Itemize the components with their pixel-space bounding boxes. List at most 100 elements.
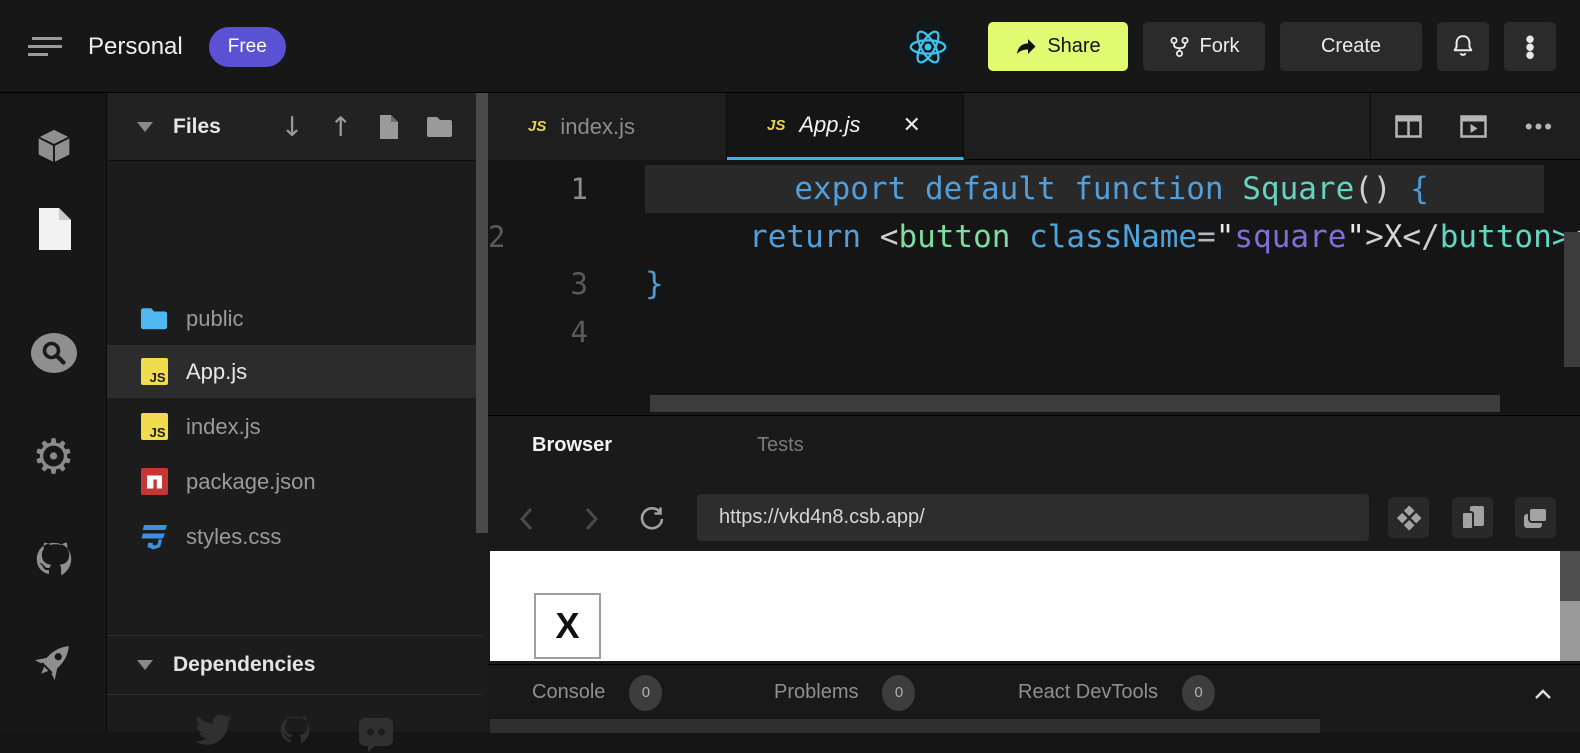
preview-toggle-icon[interactable] <box>1460 115 1487 138</box>
browser-preview: X <box>490 551 1580 661</box>
share-button[interactable]: Share <box>988 22 1128 71</box>
windows-icon <box>1522 506 1549 530</box>
code-token: < <box>880 219 899 255</box>
sidebar-item-sandbox[interactable] <box>0 119 107 175</box>
sidebar-item-github[interactable] <box>0 533 107 589</box>
line-number: 3 <box>488 267 613 301</box>
chevron-right-icon <box>584 506 600 532</box>
new-folder-icon[interactable] <box>426 115 454 139</box>
collapse-dependencies-icon[interactable] <box>137 660 153 670</box>
workspace-name[interactable]: Personal <box>88 33 183 61</box>
js-icon: JS <box>141 413 168 440</box>
refresh-icon <box>638 505 666 533</box>
sidebar-item-search[interactable] <box>0 325 107 381</box>
code-token: button <box>898 219 1010 255</box>
collapse-files-icon[interactable] <box>137 122 153 132</box>
code-line-3: 3 } <box>488 260 1580 308</box>
editor-horizontal-scrollbar[interactable] <box>650 395 1500 412</box>
square-x-button[interactable]: X <box>534 593 601 659</box>
fork-icon <box>1169 36 1190 58</box>
console-tab[interactable]: Console 0 <box>532 665 662 720</box>
more-options-button[interactable]: ••• <box>1504 22 1556 71</box>
js-tab-icon: JS <box>528 118 546 135</box>
js-icon: JS <box>141 358 168 385</box>
npm-icon <box>141 468 168 495</box>
sidebar-item-settings[interactable]: ⚙ <box>0 429 107 485</box>
upload-icon[interactable]: ↑ <box>329 112 352 143</box>
file-row-public[interactable]: public <box>107 292 482 345</box>
file-row-package-json[interactable]: package.json <box>107 455 482 508</box>
editor-vertical-scrollbar[interactable] <box>1564 232 1580 367</box>
fork-button[interactable]: Fork <box>1143 22 1265 71</box>
cube-icon <box>31 124 77 170</box>
collapse-panel-button[interactable] <box>1528 679 1558 709</box>
preview-scrollbar-thumb[interactable] <box>1560 551 1580 601</box>
discord-icon[interactable] <box>356 713 396 753</box>
code-line-2: 2 return <button className="square">X</b… <box>488 213 1580 261</box>
code-token: className <box>1029 219 1197 255</box>
preview-pane: Browser Tests <box>488 415 1580 732</box>
line-number: 2 <box>488 220 530 254</box>
activity-bar: ⚙ <box>0 93 107 732</box>
code-token <box>1010 219 1029 255</box>
code-token <box>712 219 749 255</box>
open-new-window-button[interactable] <box>1515 497 1556 538</box>
code-token: </ <box>1402 219 1439 255</box>
problems-count-badge: 0 <box>882 675 915 711</box>
share-arrow-icon <box>1015 37 1037 57</box>
new-file-icon[interactable] <box>378 114 400 140</box>
dependencies-header[interactable]: Dependencies <box>107 636 482 695</box>
console-count-badge: 0 <box>629 675 662 711</box>
create-button[interactable]: Create <box>1280 22 1422 71</box>
bell-icon <box>1450 33 1476 60</box>
line-number: 4 <box>488 315 613 349</box>
rocket-icon <box>30 637 78 685</box>
download-icon[interactable]: ↓ <box>281 112 304 143</box>
editor-more-icon[interactable]: ••• <box>1525 114 1554 140</box>
tab-tests[interactable]: Tests <box>757 434 804 457</box>
react-devtools-tab[interactable]: React DevTools 0 <box>1018 665 1215 720</box>
sidebar-item-files[interactable] <box>0 201 107 257</box>
code-editor[interactable]: 1 export default function Square() { 2 r… <box>488 160 1580 415</box>
css-icon <box>141 523 168 551</box>
file-row-styles-css[interactable]: styles.css <box>107 510 482 563</box>
url-input[interactable] <box>697 494 1369 541</box>
menu-icon[interactable] <box>28 35 62 59</box>
sidebar-item-deploy[interactable] <box>0 633 107 689</box>
github-icon <box>31 539 77 583</box>
diamonds-icon <box>1396 505 1422 531</box>
twitter-icon[interactable] <box>194 713 234 749</box>
js-tab-icon: JS <box>767 117 785 134</box>
back-button[interactable] <box>506 496 546 542</box>
refresh-button[interactable] <box>632 496 672 542</box>
top-bar: Personal Free Share <box>0 0 1580 93</box>
files-panel: Files ↓ ↑ public JS App.js JS index.js <box>107 93 488 732</box>
devtools-bar: Console 0 Problems 0 React DevTools 0 <box>488 664 1580 719</box>
files-header: Files ↓ ↑ <box>107 93 488 161</box>
notifications-button[interactable] <box>1437 22 1489 71</box>
gear-icon: ⚙ <box>32 433 75 481</box>
folder-icon <box>140 306 168 331</box>
file-row-index-js[interactable]: JS index.js <box>107 400 482 453</box>
code-token: } <box>645 266 664 302</box>
react-logo-icon[interactable] <box>903 22 953 72</box>
devices-icon <box>1460 504 1486 531</box>
kebab-menu-icon: ••• <box>1525 35 1534 59</box>
files-scrollbar[interactable] <box>476 93 488 533</box>
search-icon <box>30 332 78 374</box>
code-token: square <box>1234 219 1346 255</box>
problems-tab[interactable]: Problems 0 <box>774 665 915 720</box>
chevron-up-icon <box>1534 689 1552 700</box>
preview-settings-button[interactable] <box>1388 497 1429 538</box>
tab-browser[interactable]: Browser <box>532 434 612 457</box>
code-token: X <box>1384 219 1403 255</box>
editor-pane: JS index.js JS App.js ✕ ••• 1 <box>488 93 1580 415</box>
forward-button[interactable] <box>572 496 612 542</box>
chevron-left-icon <box>518 506 534 532</box>
code-token: > <box>1365 219 1384 255</box>
files-title: Files <box>173 115 221 139</box>
preview-horizontal-scrollbar[interactable] <box>490 719 1320 733</box>
responsive-mode-button[interactable] <box>1452 497 1493 538</box>
code-line-4: 4 <box>488 308 1580 356</box>
file-row-app-js[interactable]: JS App.js <box>107 345 482 398</box>
